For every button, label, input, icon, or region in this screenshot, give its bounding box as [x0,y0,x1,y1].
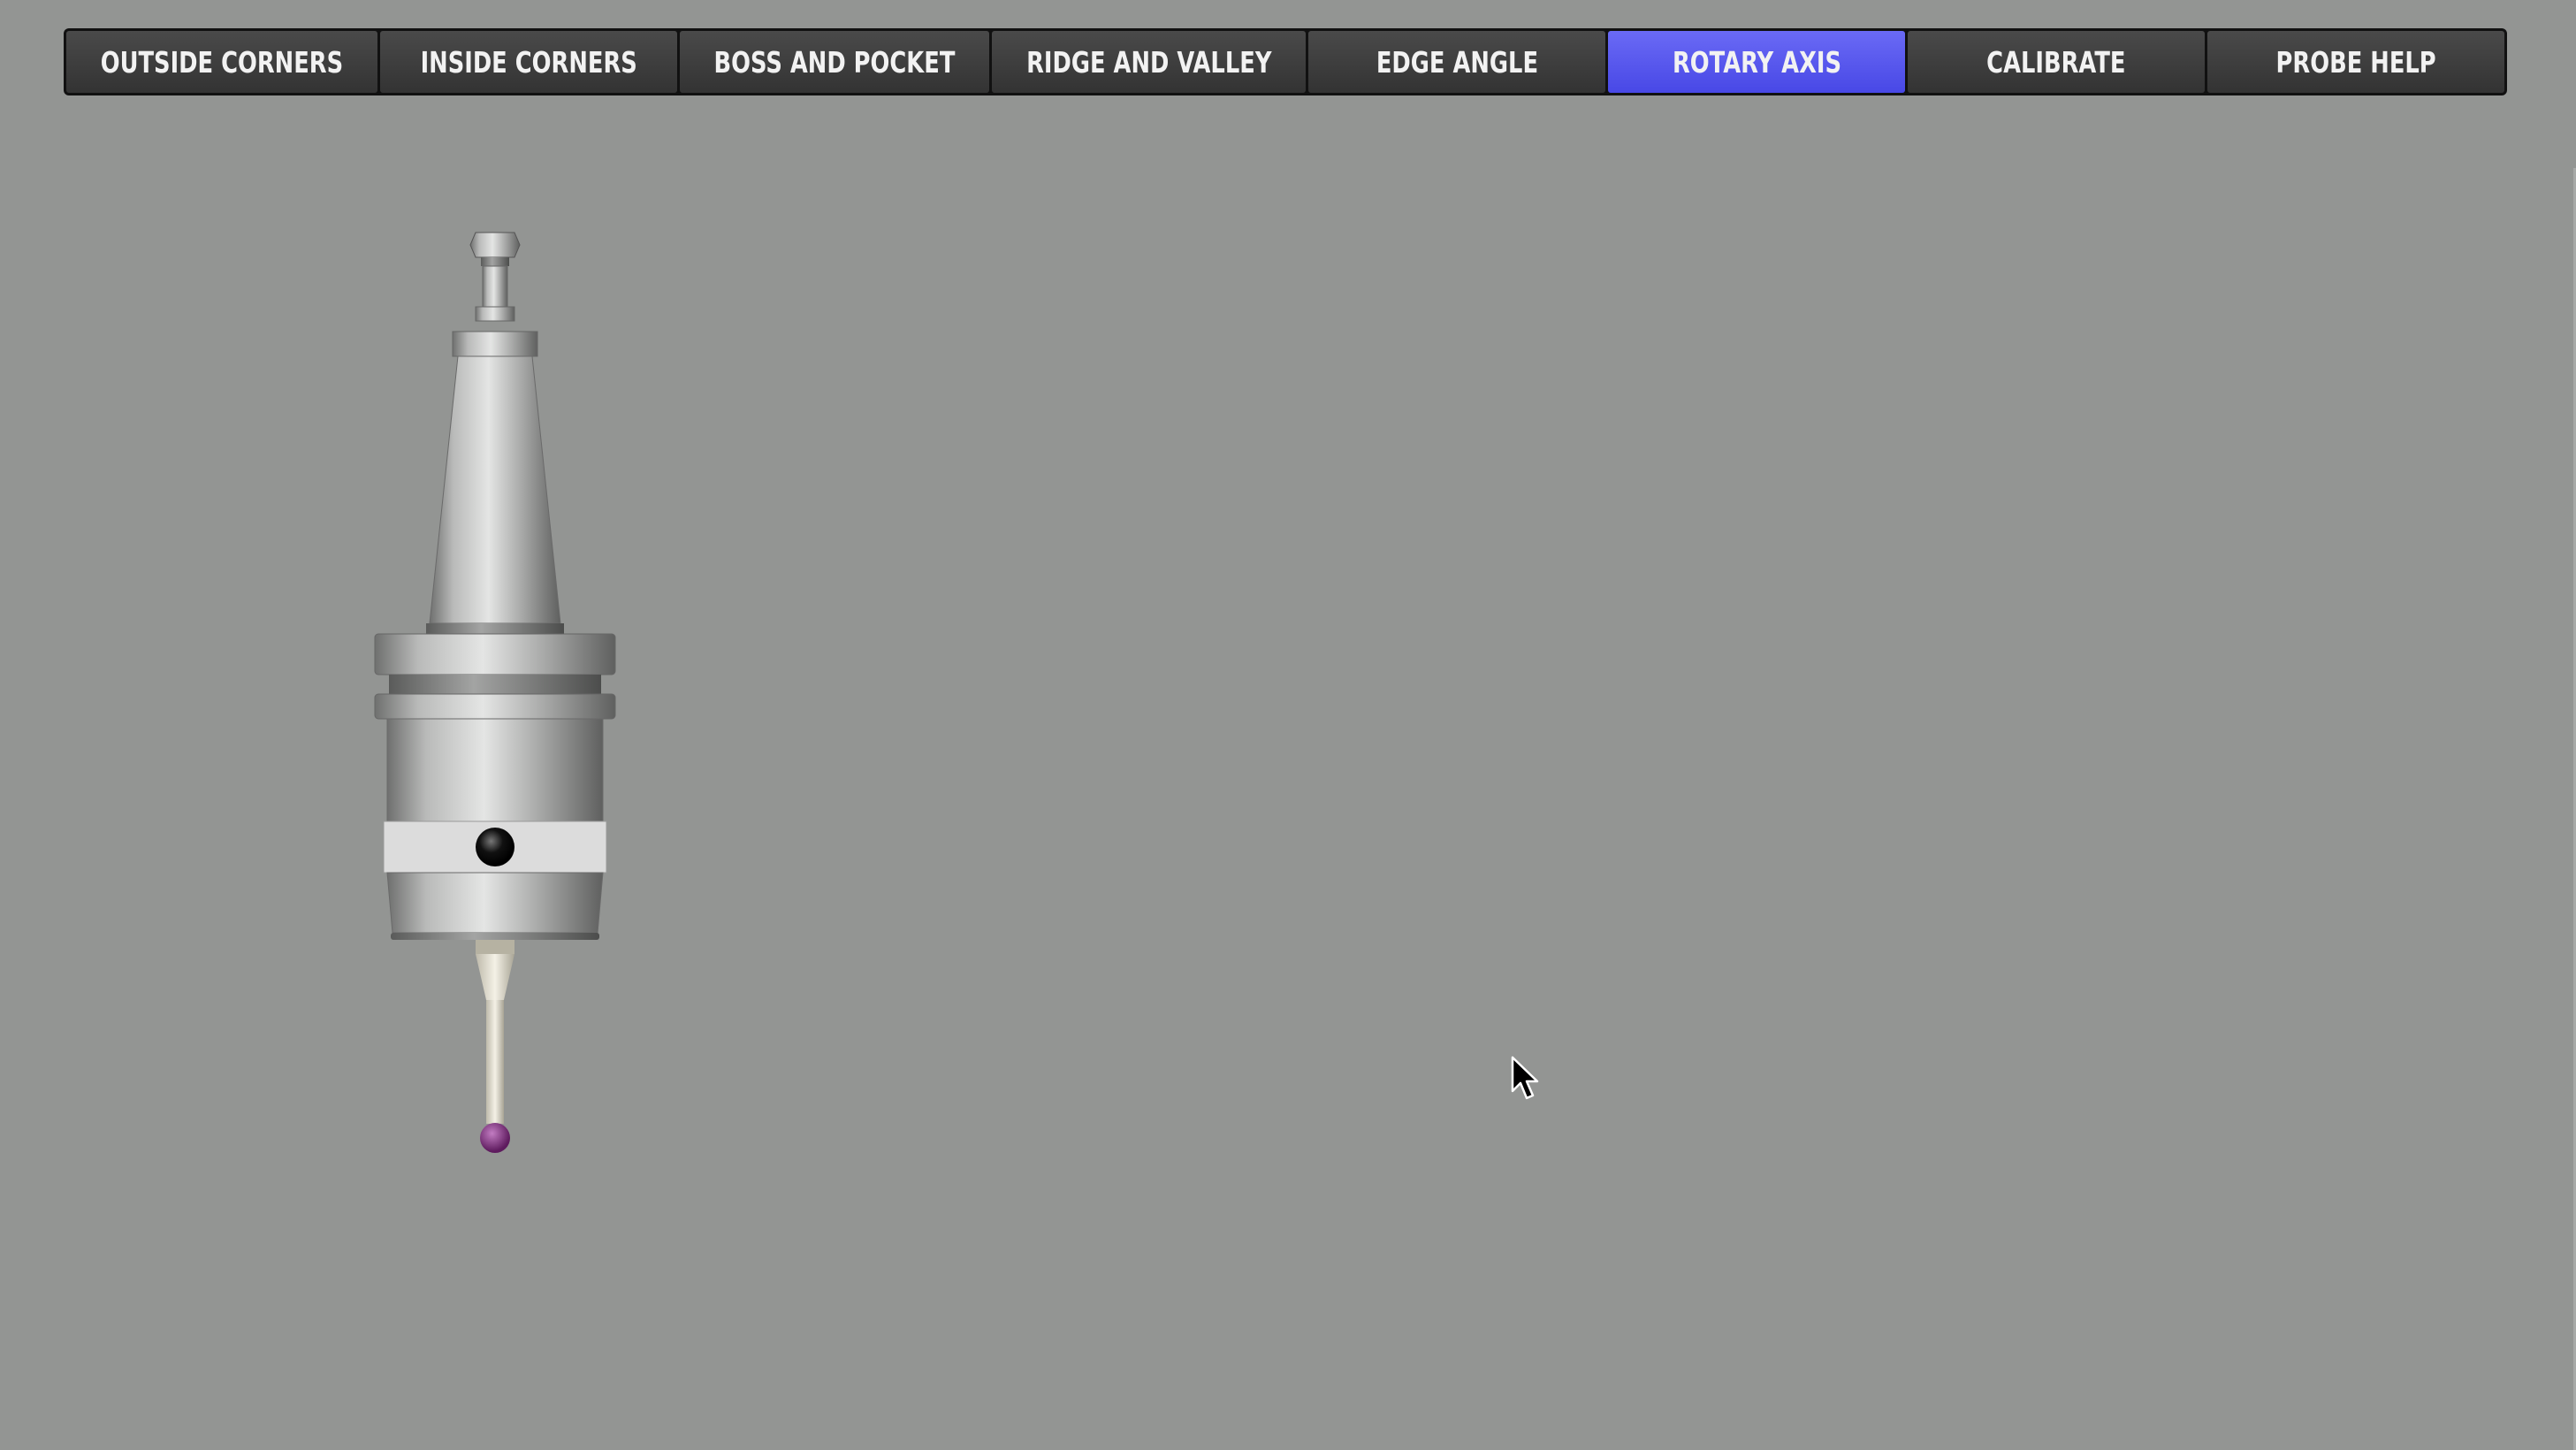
tab-edge-angle[interactable]: EDGE ANGLE [1308,31,1606,93]
tab-rotary-axis-label: ROTARY AXIS [1672,44,1841,80]
mouse-pointer-icon [1511,1056,1539,1100]
tab-boss-and-pocket-label: BOSS AND POCKET [713,44,956,80]
probe-mode-tab-bar: OUTSIDE CORNERS INSIDE CORNERS BOSS AND … [64,28,2507,95]
tab-calibrate[interactable]: CALIBRATE [1908,31,2206,93]
touch-probe-image [374,232,616,1153]
tab-inside-corners-label: INSIDE CORNERS [420,44,637,80]
tab-inside-corners[interactable]: INSIDE CORNERS [379,31,677,93]
tab-outside-corners[interactable]: OUTSIDE CORNERS [66,31,377,93]
tab-rotary-axis[interactable]: ROTARY AXIS [1608,31,1906,93]
tab-ridge-and-valley[interactable]: RIDGE AND VALLEY [991,31,1307,93]
tab-ridge-and-valley-label: RIDGE AND VALLEY [1025,44,1272,80]
tab-outside-corners-label: OUTSIDE CORNERS [100,44,344,80]
tab-edge-angle-label: EDGE ANGLE [1376,44,1538,80]
tab-probe-help-label: PROBE HELP [2275,44,2436,80]
tab-boss-and-pocket[interactable]: BOSS AND POCKET [679,31,989,93]
tab-probe-help[interactable]: PROBE HELP [2207,31,2504,93]
tab-calibrate-label: CALIBRATE [1986,44,2126,80]
